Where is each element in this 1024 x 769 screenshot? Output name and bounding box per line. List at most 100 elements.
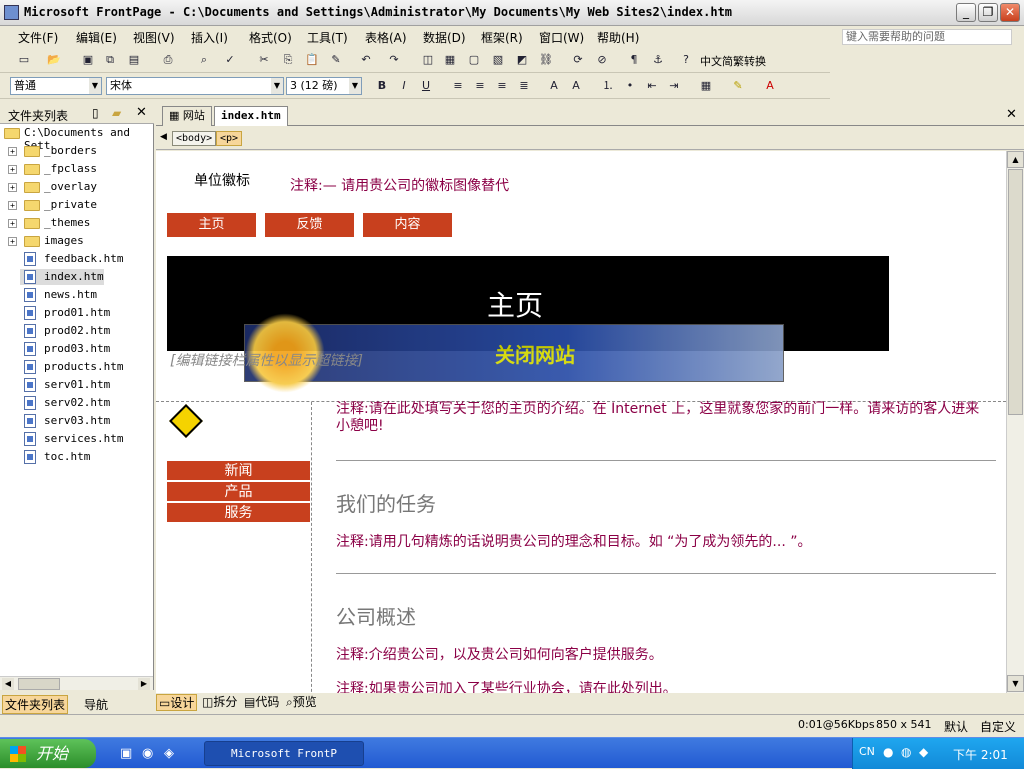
- align-right-icon[interactable]: ≡: [492, 76, 512, 96]
- menu-table[interactable]: 表格(A): [365, 29, 407, 46]
- expand-icon[interactable]: +: [8, 183, 17, 192]
- format-painter-icon[interactable]: ✎: [326, 50, 346, 70]
- stop-icon[interactable]: ⊘: [592, 50, 612, 70]
- design-canvas[interactable]: 单位徽标 注释:— 请用贵公司的徽标图像替代 主页 反馈 内容 主页 关闭网站 …: [156, 151, 1006, 693]
- decrease-indent-icon[interactable]: ⇤: [642, 76, 662, 96]
- tree-file[interactable]: serv01.htm: [20, 377, 152, 393]
- underline-icon[interactable]: U: [416, 76, 436, 96]
- print-icon[interactable]: ⎙: [158, 50, 178, 70]
- highlight-icon[interactable]: ✎: [728, 76, 748, 96]
- copy-icon[interactable]: ⎘: [278, 50, 298, 70]
- tag-back-icon[interactable]: ◀: [160, 132, 167, 142]
- tree-file[interactable]: feedback.htm: [20, 251, 152, 267]
- tree-folder[interactable]: + images: [6, 233, 152, 249]
- folder-list-icon[interactable]: ▤: [124, 50, 144, 70]
- scroll-right-icon[interactable]: ▶: [138, 678, 150, 690]
- show-desktop-icon[interactable]: ▣: [120, 746, 132, 761]
- bookmark-icon[interactable]: ⚓: [648, 50, 668, 70]
- refresh-icon[interactable]: ⟳: [568, 50, 588, 70]
- start-button[interactable]: 开始: [0, 739, 96, 768]
- drawing-icon[interactable]: ◩: [512, 50, 532, 70]
- hyperlink-icon[interactable]: ⛓: [536, 50, 556, 70]
- show-all-icon[interactable]: ¶: [624, 50, 644, 70]
- expand-icon[interactable]: +: [8, 165, 17, 174]
- redo-icon[interactable]: ↷: [384, 50, 404, 70]
- tree-folder[interactable]: + _overlay: [6, 179, 152, 195]
- expand-icon[interactable]: +: [8, 147, 17, 156]
- help-icon[interactable]: ?: [676, 50, 696, 70]
- font-color-icon[interactable]: A: [760, 76, 780, 96]
- insert-table-icon[interactable]: ▦: [440, 50, 460, 70]
- undo-icon[interactable]: ↶: [356, 50, 376, 70]
- close-panel-icon[interactable]: ✕: [136, 105, 147, 120]
- web-component-icon[interactable]: ◫: [418, 50, 438, 70]
- tree-file[interactable]: products.htm: [20, 359, 152, 375]
- tree-folder[interactable]: + _borders: [6, 143, 152, 159]
- font-size-select[interactable]: 3 (12 磅) ▼: [286, 77, 362, 95]
- taskbar-item-frontpage[interactable]: Microsoft FrontP: [204, 741, 364, 766]
- side-nav-products[interactable]: 产品: [167, 482, 310, 502]
- vertical-scrollbar[interactable]: ▲ ▼: [1006, 151, 1024, 693]
- save-icon[interactable]: ▣: [78, 50, 98, 70]
- tab-navigation[interactable]: 导航: [84, 696, 108, 713]
- close-button[interactable]: ✕: [1000, 3, 1020, 22]
- close-document-icon[interactable]: ✕: [1006, 107, 1017, 122]
- publish-icon[interactable]: ⧉: [100, 50, 120, 70]
- tree-folder[interactable]: + _themes: [6, 215, 152, 231]
- paste-icon[interactable]: 📋: [302, 50, 322, 70]
- align-center-icon[interactable]: ≡: [470, 76, 490, 96]
- tree-file[interactable]: prod03.htm: [20, 341, 152, 357]
- decrease-font-icon[interactable]: A: [566, 76, 586, 96]
- tree-root[interactable]: C:\Documents and Sett: [2, 125, 152, 152]
- tab-split[interactable]: ◫拆分: [200, 694, 239, 711]
- bullets-icon[interactable]: •: [620, 76, 640, 96]
- horizontal-scrollbar[interactable]: ◀ ▶: [0, 676, 153, 690]
- increase-indent-icon[interactable]: ⇥: [664, 76, 684, 96]
- open-icon[interactable]: 📂: [44, 50, 64, 70]
- input-method-icon[interactable]: CN: [859, 745, 875, 758]
- tray-app-icon[interactable]: ◆: [919, 745, 928, 759]
- expand-icon[interactable]: +: [8, 237, 17, 246]
- side-nav-services[interactable]: 服务: [167, 503, 310, 523]
- scroll-left-icon[interactable]: ◀: [2, 678, 14, 690]
- style-select[interactable]: 普通 ▼: [10, 77, 102, 95]
- tree-file[interactable]: serv03.htm: [20, 413, 152, 429]
- tree-folder[interactable]: + _fpclass: [6, 161, 152, 177]
- minimize-button[interactable]: _: [956, 3, 976, 22]
- tab-code[interactable]: ▤代码: [242, 694, 281, 711]
- scroll-thumb[interactable]: [1008, 169, 1023, 415]
- tray-app-icon[interactable]: ●: [883, 745, 893, 759]
- tab-preview[interactable]: ⌕预览: [284, 694, 319, 711]
- menu-edit[interactable]: 编辑(E): [76, 29, 117, 46]
- preview-icon[interactable]: ⌕: [194, 50, 214, 70]
- tag-body[interactable]: <body>: [172, 131, 217, 146]
- menu-frames[interactable]: 框架(R): [481, 29, 523, 46]
- scroll-thumb[interactable]: [18, 678, 60, 690]
- nav-feedback-button[interactable]: 反馈: [265, 213, 354, 237]
- side-nav-news[interactable]: 新闻: [167, 461, 310, 481]
- borders-icon[interactable]: ▦: [696, 76, 716, 96]
- new-page-icon[interactable]: ▭: [14, 50, 34, 70]
- menu-format[interactable]: 格式(O): [249, 29, 292, 46]
- expand-icon[interactable]: +: [8, 219, 17, 228]
- italic-icon[interactable]: I: [394, 76, 414, 96]
- menu-data[interactable]: 数据(D): [423, 29, 466, 46]
- tab-index-htm[interactable]: index.htm: [214, 106, 288, 126]
- tree-file[interactable]: toc.htm: [20, 449, 152, 465]
- new-page-icon[interactable]: ▯: [92, 106, 99, 120]
- ie-icon[interactable]: ◉: [142, 746, 153, 761]
- tree-file[interactable]: news.htm: [20, 287, 152, 303]
- scroll-down-icon[interactable]: ▼: [1007, 675, 1024, 692]
- align-left-icon[interactable]: ≡: [448, 76, 468, 96]
- menu-file[interactable]: 文件(F): [18, 29, 58, 46]
- tree-file[interactable]: prod01.htm: [20, 305, 152, 321]
- font-select[interactable]: 宋体 ▼: [106, 77, 284, 95]
- tag-p[interactable]: <p>: [216, 131, 243, 146]
- insert-picture-icon[interactable]: ▧: [488, 50, 508, 70]
- tree-file-selected[interactable]: index.htm: [20, 269, 104, 285]
- chinese-convert-button[interactable]: 中文简繁转换: [700, 53, 766, 69]
- spelling-icon[interactable]: ✓: [220, 50, 240, 70]
- cut-icon[interactable]: ✂: [254, 50, 274, 70]
- tree-file[interactable]: prod02.htm: [20, 323, 152, 339]
- scroll-up-icon[interactable]: ▲: [1007, 151, 1024, 168]
